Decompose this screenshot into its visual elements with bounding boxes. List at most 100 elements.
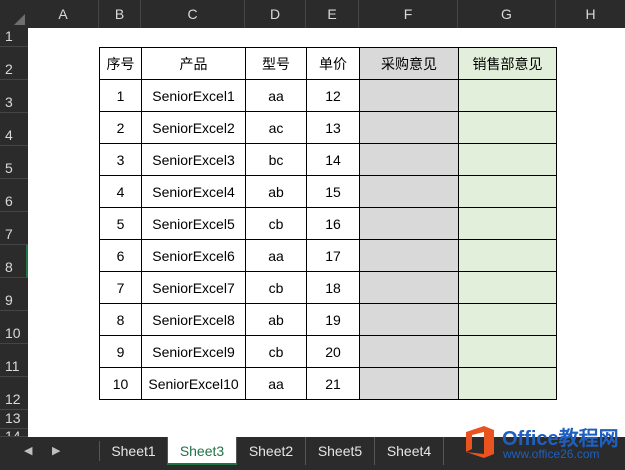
cell-price[interactable]: 17	[306, 239, 360, 272]
cell-model[interactable]: ac	[245, 111, 307, 144]
cell-index[interactable]: 10	[99, 367, 142, 400]
cell-product[interactable]: SeniorExcel2	[141, 111, 246, 144]
cell-purchase-opinion[interactable]	[359, 175, 459, 208]
cell-product[interactable]: SeniorExcel6	[141, 239, 246, 272]
header-cell-purchase-opinion[interactable]: 采购意见	[359, 47, 459, 80]
cell-product[interactable]: SeniorExcel3	[141, 143, 246, 176]
row-header-3[interactable]: 3	[0, 80, 28, 113]
cell-sales-opinion[interactable]	[458, 239, 557, 272]
row-header-4[interactable]: 4	[0, 113, 28, 146]
cell-product[interactable]: SeniorExcel4	[141, 175, 246, 208]
cell-purchase-opinion[interactable]	[359, 79, 459, 112]
cell-price[interactable]: 14	[306, 143, 360, 176]
cell-model[interactable]: ab	[245, 175, 307, 208]
cell-sales-opinion[interactable]	[458, 143, 557, 176]
cell-purchase-opinion[interactable]	[359, 111, 459, 144]
cell-price[interactable]: 13	[306, 111, 360, 144]
tab-sheet4[interactable]: Sheet4	[375, 437, 444, 465]
cell-purchase-opinion[interactable]	[359, 303, 459, 336]
cell-index[interactable]: 6	[99, 239, 142, 272]
cell-index[interactable]: 5	[99, 207, 142, 240]
cell-index[interactable]: 8	[99, 303, 142, 336]
row-header-13[interactable]: 13	[0, 410, 28, 429]
row-header-2[interactable]: 2	[0, 47, 28, 80]
column-header-h[interactable]: H	[556, 0, 625, 28]
cell-product[interactable]: SeniorExcel5	[141, 207, 246, 240]
cell-sales-opinion[interactable]	[458, 175, 557, 208]
cell-index[interactable]: 3	[99, 143, 142, 176]
cell-sales-opinion[interactable]	[458, 207, 557, 240]
cell-index[interactable]: 4	[99, 175, 142, 208]
cell-purchase-opinion[interactable]	[359, 143, 459, 176]
cell-index[interactable]: 2	[99, 111, 142, 144]
row-header-1[interactable]: 1	[0, 28, 28, 47]
cell-model[interactable]: bc	[245, 143, 307, 176]
row-header-6[interactable]: 6	[0, 179, 28, 212]
watermark-url: www.office26.com	[503, 447, 600, 461]
tab-sheet1[interactable]: Sheet1	[100, 437, 168, 465]
cell-purchase-opinion[interactable]	[359, 271, 459, 304]
column-header-g[interactable]: G	[458, 0, 556, 28]
column-header-e[interactable]: E	[306, 0, 359, 28]
row-header-7[interactable]: 7	[0, 212, 28, 245]
row-header-5[interactable]: 5	[0, 146, 28, 179]
column-header-c[interactable]: C	[141, 0, 245, 28]
cell-model[interactable]: cb	[245, 207, 307, 240]
cell-price[interactable]: 19	[306, 303, 360, 336]
cell-price[interactable]: 21	[306, 367, 360, 400]
row-number: 7	[5, 226, 13, 242]
cell-sales-opinion[interactable]	[458, 303, 557, 336]
prev-sheet-icon[interactable]: ◀	[24, 437, 32, 465]
cell-price[interactable]: 16	[306, 207, 360, 240]
cell-price[interactable]: 18	[306, 271, 360, 304]
header-cell-price[interactable]: 单价	[306, 47, 360, 80]
cell-purchase-opinion[interactable]	[359, 335, 459, 368]
row-header-11[interactable]: 11	[0, 344, 28, 377]
cell-model[interactable]: aa	[245, 239, 307, 272]
cell-price[interactable]: 15	[306, 175, 360, 208]
cell-sales-opinion[interactable]	[458, 271, 557, 304]
row-header-12[interactable]: 12	[0, 377, 28, 410]
select-all-corner[interactable]	[0, 0, 28, 28]
row-number: 2	[5, 61, 13, 77]
cell-price[interactable]: 12	[306, 79, 360, 112]
cell-product[interactable]: SeniorExcel1	[141, 79, 246, 112]
header-cell-index[interactable]: 序号	[99, 47, 142, 80]
cell-product[interactable]: SeniorExcel9	[141, 335, 246, 368]
column-header-f[interactable]: F	[359, 0, 458, 28]
table-row: 9 SeniorExcel9 cb 20	[99, 335, 557, 368]
tab-sheet5[interactable]: Sheet5	[306, 437, 375, 465]
column-header-d[interactable]: D	[245, 0, 306, 28]
row-header-9[interactable]: 9	[0, 278, 28, 311]
column-header-a[interactable]: A	[28, 0, 99, 28]
header-cell-model[interactable]: 型号	[245, 47, 307, 80]
cell-sales-opinion[interactable]	[458, 335, 557, 368]
tab-sheet2[interactable]: Sheet2	[237, 437, 306, 465]
cell-purchase-opinion[interactable]	[359, 239, 459, 272]
header-cell-sales-opinion[interactable]: 销售部意见	[458, 47, 557, 80]
cell-model[interactable]: aa	[245, 367, 307, 400]
cell-model[interactable]: aa	[245, 79, 307, 112]
row-header-10[interactable]: 10	[0, 311, 28, 344]
cell-sales-opinion[interactable]	[458, 79, 557, 112]
tab-sheet3[interactable]: Sheet3	[168, 437, 237, 465]
column-header-b[interactable]: B	[99, 0, 141, 28]
row-header-8[interactable]: 8	[0, 245, 28, 278]
cell-index[interactable]: 7	[99, 271, 142, 304]
cell-price[interactable]: 20	[306, 335, 360, 368]
row-header-14[interactable]: 14	[0, 429, 28, 437]
header-cell-product[interactable]: 产品	[141, 47, 246, 80]
cell-index[interactable]: 9	[99, 335, 142, 368]
cell-product[interactable]: SeniorExcel7	[141, 271, 246, 304]
next-sheet-icon[interactable]: ▶	[52, 437, 60, 465]
cell-model[interactable]: cb	[245, 271, 307, 304]
cell-purchase-opinion[interactable]	[359, 367, 459, 400]
cell-product[interactable]: SeniorExcel8	[141, 303, 246, 336]
cell-product[interactable]: SeniorExcel10	[141, 367, 246, 400]
cell-sales-opinion[interactable]	[458, 111, 557, 144]
cell-model[interactable]: ab	[245, 303, 307, 336]
cell-sales-opinion[interactable]	[458, 367, 557, 400]
cell-purchase-opinion[interactable]	[359, 207, 459, 240]
cell-model[interactable]: cb	[245, 335, 307, 368]
cell-index[interactable]: 1	[99, 79, 142, 112]
